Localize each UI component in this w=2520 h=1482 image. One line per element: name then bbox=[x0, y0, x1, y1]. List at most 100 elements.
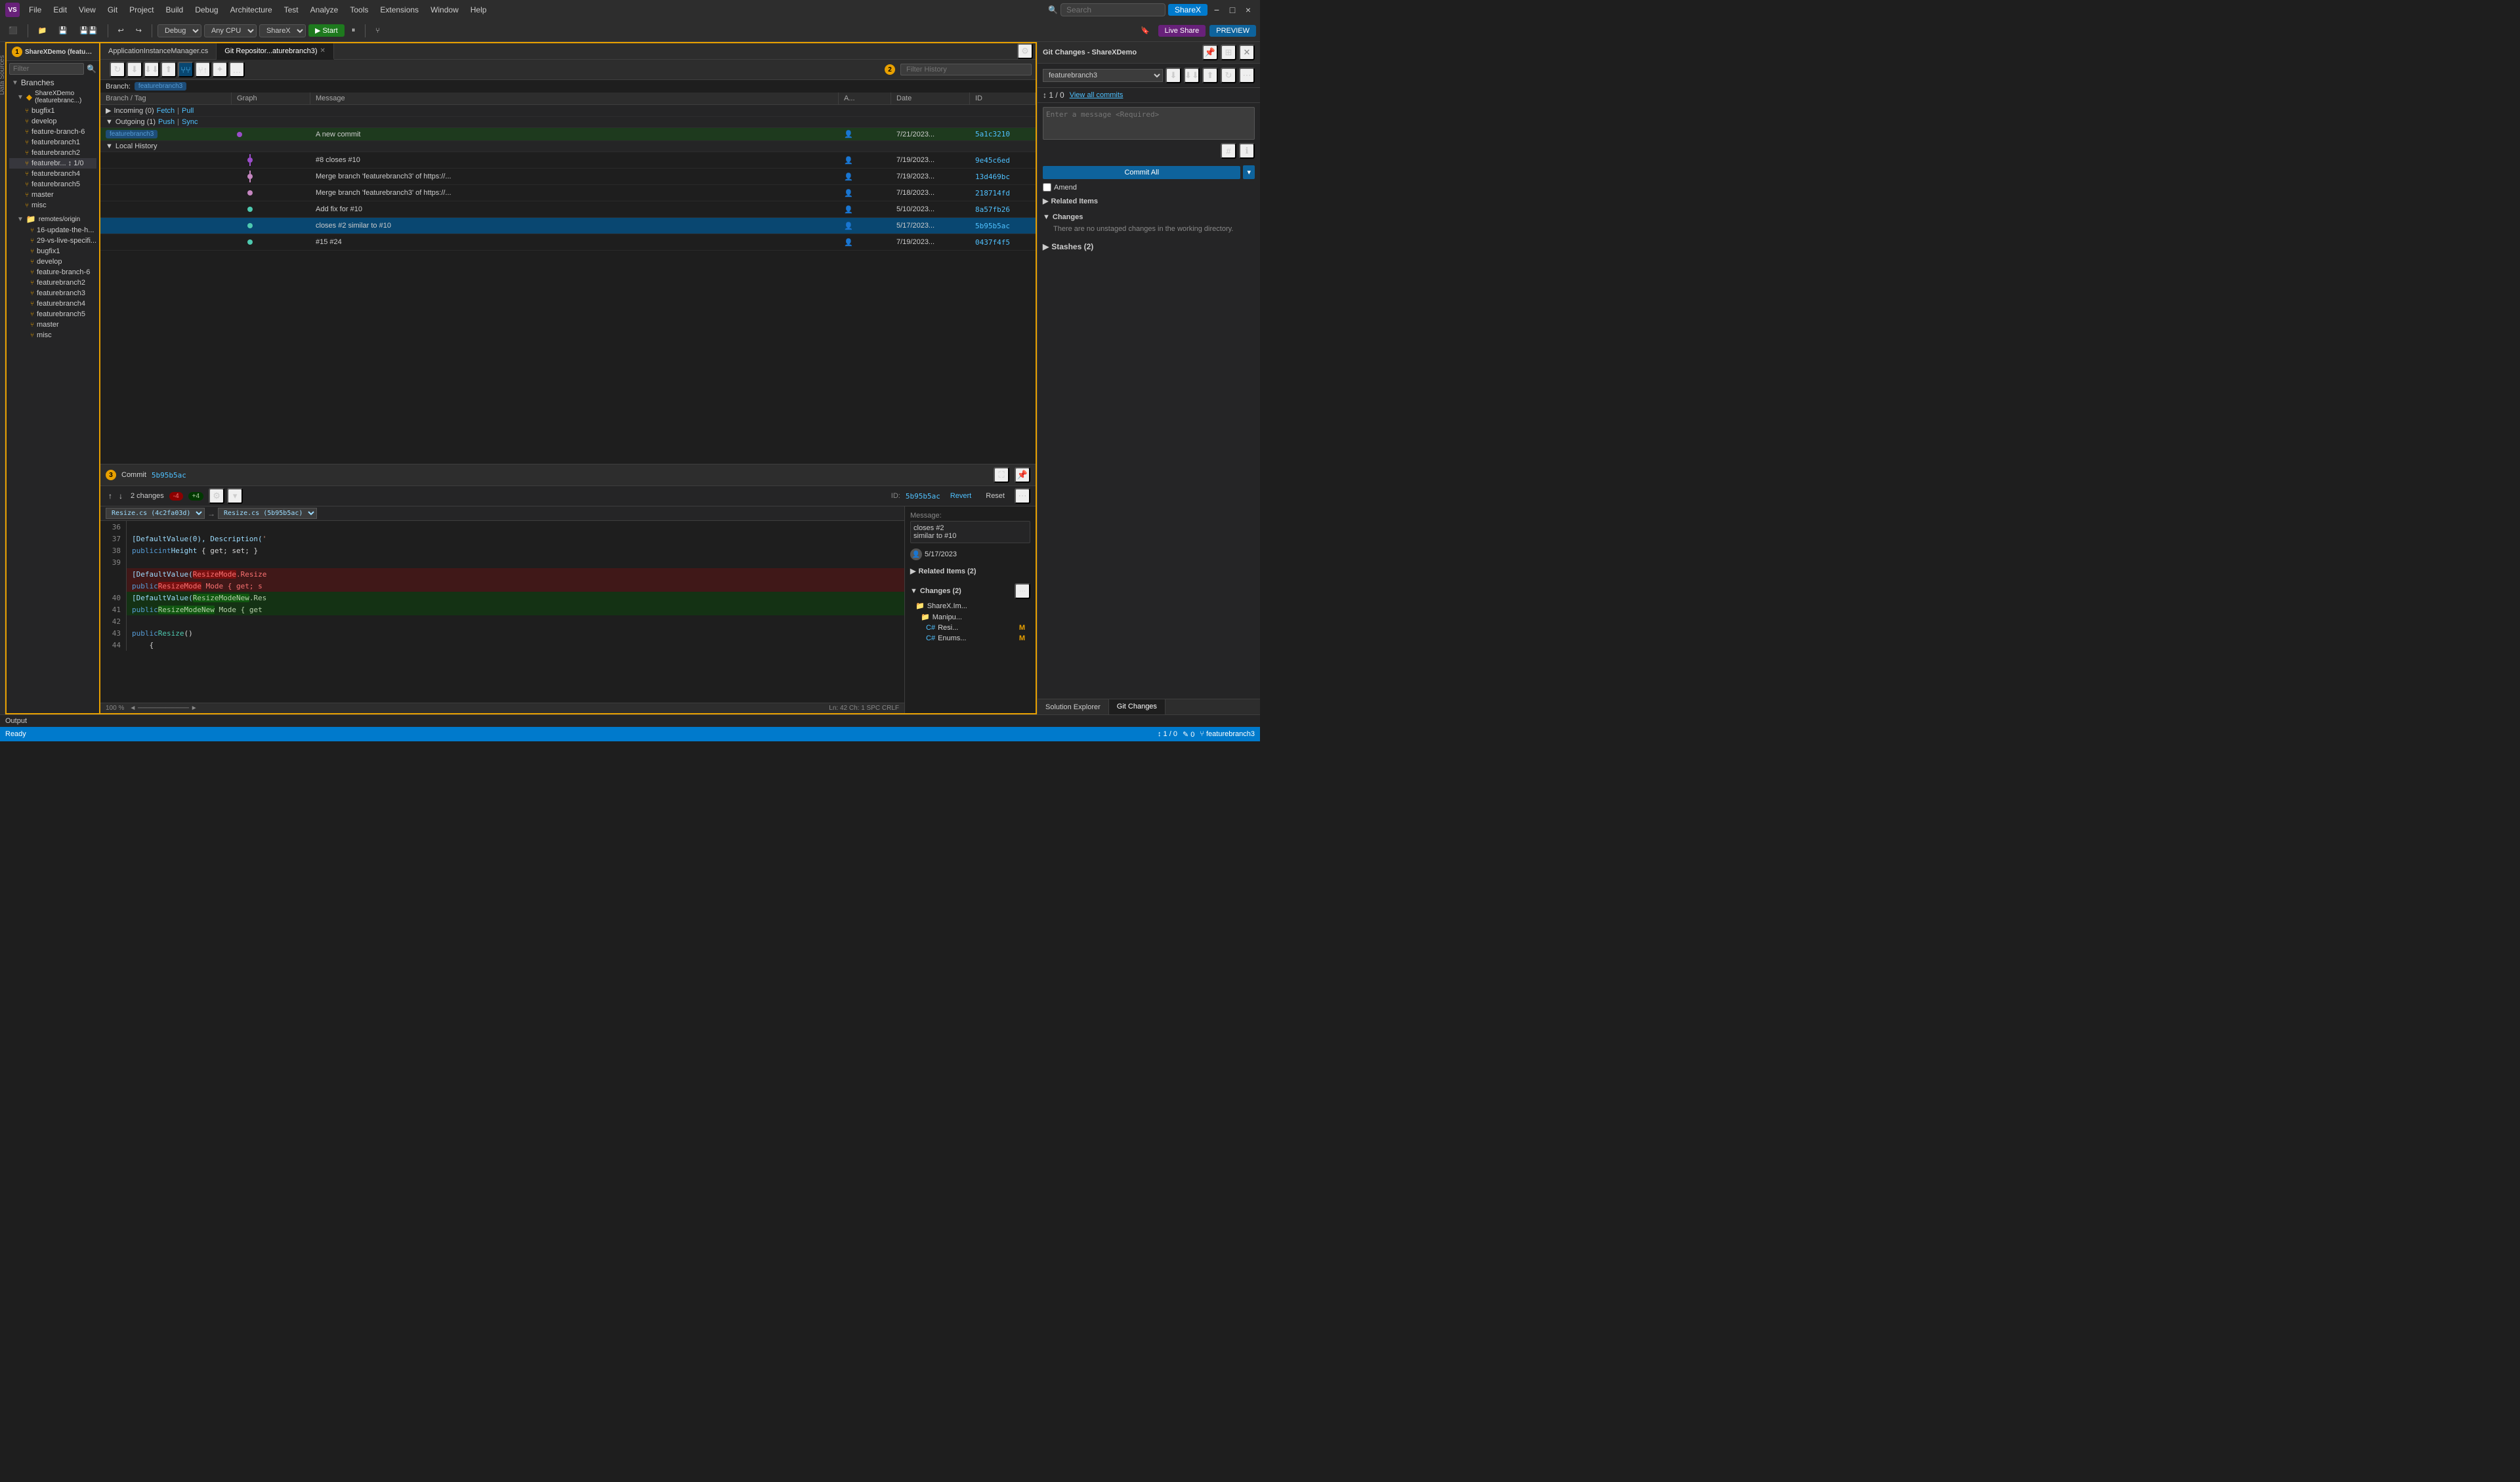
toggle-remote-btn[interactable]: ⑂↑ bbox=[195, 62, 211, 77]
pull-remote-btn[interactable]: ⬇⬇ bbox=[1184, 68, 1200, 83]
fetch-link[interactable]: Fetch bbox=[157, 107, 175, 115]
menu-window[interactable]: Window bbox=[425, 4, 464, 16]
branch-featurebranch4[interactable]: ⑂featurebranch4 bbox=[9, 169, 96, 179]
maximize-button[interactable]: □ bbox=[1226, 3, 1239, 16]
remote-feature-6[interactable]: ⑂feature-branch-6 bbox=[9, 267, 96, 278]
tab-git-changes[interactable]: Git Changes bbox=[1109, 699, 1166, 714]
toolbar-new-btn[interactable]: ⬛ bbox=[4, 24, 22, 37]
menu-debug[interactable]: Debug bbox=[190, 4, 223, 16]
related-items-toggle[interactable]: ▶ Related Items bbox=[1043, 196, 1255, 207]
branch-master[interactable]: ⑂master bbox=[9, 190, 96, 200]
diff-more-btn[interactable]: ▾ bbox=[227, 488, 243, 504]
close-button[interactable]: × bbox=[1242, 3, 1255, 16]
toolbar-redo-btn[interactable]: ↪ bbox=[131, 24, 146, 37]
outgoing-commit-row[interactable]: featurebranch3 A new commit 👤 7/21/2023.… bbox=[100, 128, 1036, 141]
branch-develop[interactable]: ⑂develop bbox=[9, 116, 96, 127]
menu-edit[interactable]: Edit bbox=[48, 4, 72, 16]
diff-up-btn[interactable]: ↑ bbox=[106, 491, 115, 501]
amend-checkbox[interactable] bbox=[1043, 183, 1051, 192]
active-project-tab[interactable]: ShareX bbox=[1168, 4, 1208, 16]
menu-git[interactable]: Git bbox=[102, 4, 123, 16]
filter-history-input[interactable] bbox=[900, 64, 1032, 75]
panel-options-btn[interactable]: ⚙ bbox=[1017, 43, 1033, 59]
history-row-selected[interactable]: closes #2 similar to #10 👤 5/17/2023... … bbox=[100, 218, 1036, 234]
pull-btn[interactable]: ⬇⬇ bbox=[144, 62, 159, 77]
branch-selector-dropdown[interactable]: featurebranch3 bbox=[1043, 69, 1163, 82]
view-all-commits-link[interactable]: View all commits bbox=[1070, 91, 1124, 99]
sync-link[interactable]: Sync bbox=[182, 118, 198, 126]
global-search-input[interactable] bbox=[1060, 3, 1166, 16]
history-row-0[interactable]: #8 closes #10 👤 7/19/2023... 9e45c6ed bbox=[100, 152, 1036, 169]
tab-solution-explorer[interactable]: Solution Explorer bbox=[1038, 699, 1109, 714]
pin-git-changes[interactable]: 📌 bbox=[1202, 45, 1218, 60]
toggle-graph-btn[interactable]: ⑂⑂ bbox=[178, 62, 194, 77]
related-items-header[interactable]: ▶ Related Items (2) bbox=[910, 566, 1030, 577]
branch-featurebranch3-active[interactable]: ⑂featurebr... ↕ 1/0 bbox=[9, 158, 96, 169]
branch-featurebranch1[interactable]: ⑂featurebranch1 bbox=[9, 137, 96, 148]
remote-featurebranch5[interactable]: ⑂featurebranch5 bbox=[9, 309, 96, 319]
info-msg-btn[interactable]: ℹ bbox=[1239, 143, 1255, 159]
revert-btn[interactable]: Revert bbox=[946, 490, 976, 502]
history-row-5[interactable]: #15 #24 👤 7/19/2023... 0437f4f5 bbox=[100, 234, 1036, 251]
refresh-btn[interactable]: ↻ bbox=[110, 62, 125, 77]
push-btn[interactable]: ⬆ bbox=[161, 62, 177, 77]
history-row-3[interactable]: Add fix for #10 👤 5/10/2023... 8a57fb26 bbox=[100, 201, 1036, 218]
history-row-2[interactable]: Merge branch 'featurebranch3' of https:/… bbox=[100, 185, 1036, 201]
reset-btn[interactable]: Reset bbox=[981, 490, 1009, 502]
liveshare-button[interactable]: Live Share bbox=[1158, 25, 1206, 37]
changes-more-btn[interactable]: ⋯ bbox=[1015, 583, 1030, 599]
push-remote-btn[interactable]: ⬆ bbox=[1202, 68, 1218, 83]
commit-all-button[interactable]: Commit All bbox=[1043, 166, 1240, 179]
sharexdemo-root[interactable]: ▼ ◆ ShareXDemo (featurebranc...) bbox=[9, 89, 96, 106]
more-btn[interactable]: … bbox=[229, 62, 245, 77]
commit-detail-expand[interactable]: ⛶ bbox=[994, 467, 1009, 483]
toolbar-pause-btn[interactable]: ⏸ bbox=[347, 24, 360, 37]
tab-app-instance[interactable]: ApplicationInstanceManager.cs bbox=[100, 43, 217, 59]
pull-link[interactable]: Pull bbox=[182, 107, 194, 115]
tab-git-repository[interactable]: Git Repositor...aturebranch3) ✕ bbox=[217, 43, 334, 60]
debug-config-dropdown[interactable]: Debug bbox=[158, 24, 201, 37]
changes-header[interactable]: ▼ Changes (2) ⋯ bbox=[910, 582, 1030, 600]
remote-featurebranch4[interactable]: ⑂featurebranch4 bbox=[9, 298, 96, 309]
commit-all-dropdown[interactable]: ▾ bbox=[1243, 165, 1255, 179]
toolbar-bookmark-btn[interactable]: 🔖 bbox=[1136, 24, 1154, 37]
menu-view[interactable]: View bbox=[74, 4, 101, 16]
commit-detail-pin[interactable]: 📌 bbox=[1015, 467, 1030, 483]
file-resize[interactable]: C# Resi... M bbox=[910, 623, 1030, 633]
menu-architecture[interactable]: Architecture bbox=[225, 4, 278, 16]
branch-featurebranch5[interactable]: ⑂featurebranch5 bbox=[9, 179, 96, 190]
remotes-section[interactable]: ▼ 📁 remotes/origin bbox=[9, 213, 96, 225]
run-button[interactable]: ▶ Start bbox=[308, 24, 345, 37]
menu-build[interactable]: Build bbox=[161, 4, 189, 16]
commit-message-textarea[interactable] bbox=[1043, 107, 1255, 140]
stashes-toggle[interactable]: ▶ Stashes (2) bbox=[1043, 241, 1255, 253]
remote-16[interactable]: ⑂16-update-the-h... bbox=[9, 225, 96, 236]
close-git-changes[interactable]: ✕ bbox=[1239, 45, 1255, 60]
branch-featurebranch2[interactable]: ⑂featurebranch2 bbox=[9, 148, 96, 158]
sync-remote-btn[interactable]: ↻ bbox=[1221, 68, 1236, 83]
branch-misc[interactable]: ⑂misc bbox=[9, 200, 96, 211]
toolbar-save-all-btn[interactable]: 💾💾 bbox=[75, 24, 102, 37]
menu-test[interactable]: Test bbox=[279, 4, 304, 16]
menu-analyze[interactable]: Analyze bbox=[305, 4, 344, 16]
settings-btn[interactable]: ✦ bbox=[212, 62, 228, 77]
push-link[interactable]: Push bbox=[158, 118, 175, 126]
remote-develop[interactable]: ⑂develop bbox=[9, 257, 96, 267]
more-options-btn[interactable]: ⋯ bbox=[1015, 488, 1030, 504]
toolbar-open-btn[interactable]: 📁 bbox=[33, 24, 52, 37]
file-folder-manipu[interactable]: 📁 Manipu... bbox=[910, 611, 1030, 623]
tab-git-close[interactable]: ✕ bbox=[320, 47, 326, 54]
menu-file[interactable]: File bbox=[24, 4, 47, 16]
toolbar-undo-btn[interactable]: ↩ bbox=[114, 24, 129, 37]
format-msg-btn[interactable]: # bbox=[1221, 143, 1236, 159]
toolbar-git-btn[interactable]: ⑂ bbox=[371, 25, 385, 37]
menu-help[interactable]: Help bbox=[465, 4, 492, 16]
remote-misc[interactable]: ⑂misc bbox=[9, 330, 96, 340]
remote-master[interactable]: ⑂master bbox=[9, 319, 96, 330]
remote-29[interactable]: ⑂29-vs-live-specifi... bbox=[9, 236, 96, 246]
fetch-remote-btn[interactable]: ⬇ bbox=[1166, 68, 1181, 83]
diff-settings-btn[interactable]: ⚙ bbox=[209, 488, 224, 504]
branch-feature-6[interactable]: ⑂feature-branch-6 bbox=[9, 127, 96, 137]
menu-extensions[interactable]: Extensions bbox=[375, 4, 424, 16]
preview-button[interactable]: PREVIEW bbox=[1209, 25, 1256, 37]
